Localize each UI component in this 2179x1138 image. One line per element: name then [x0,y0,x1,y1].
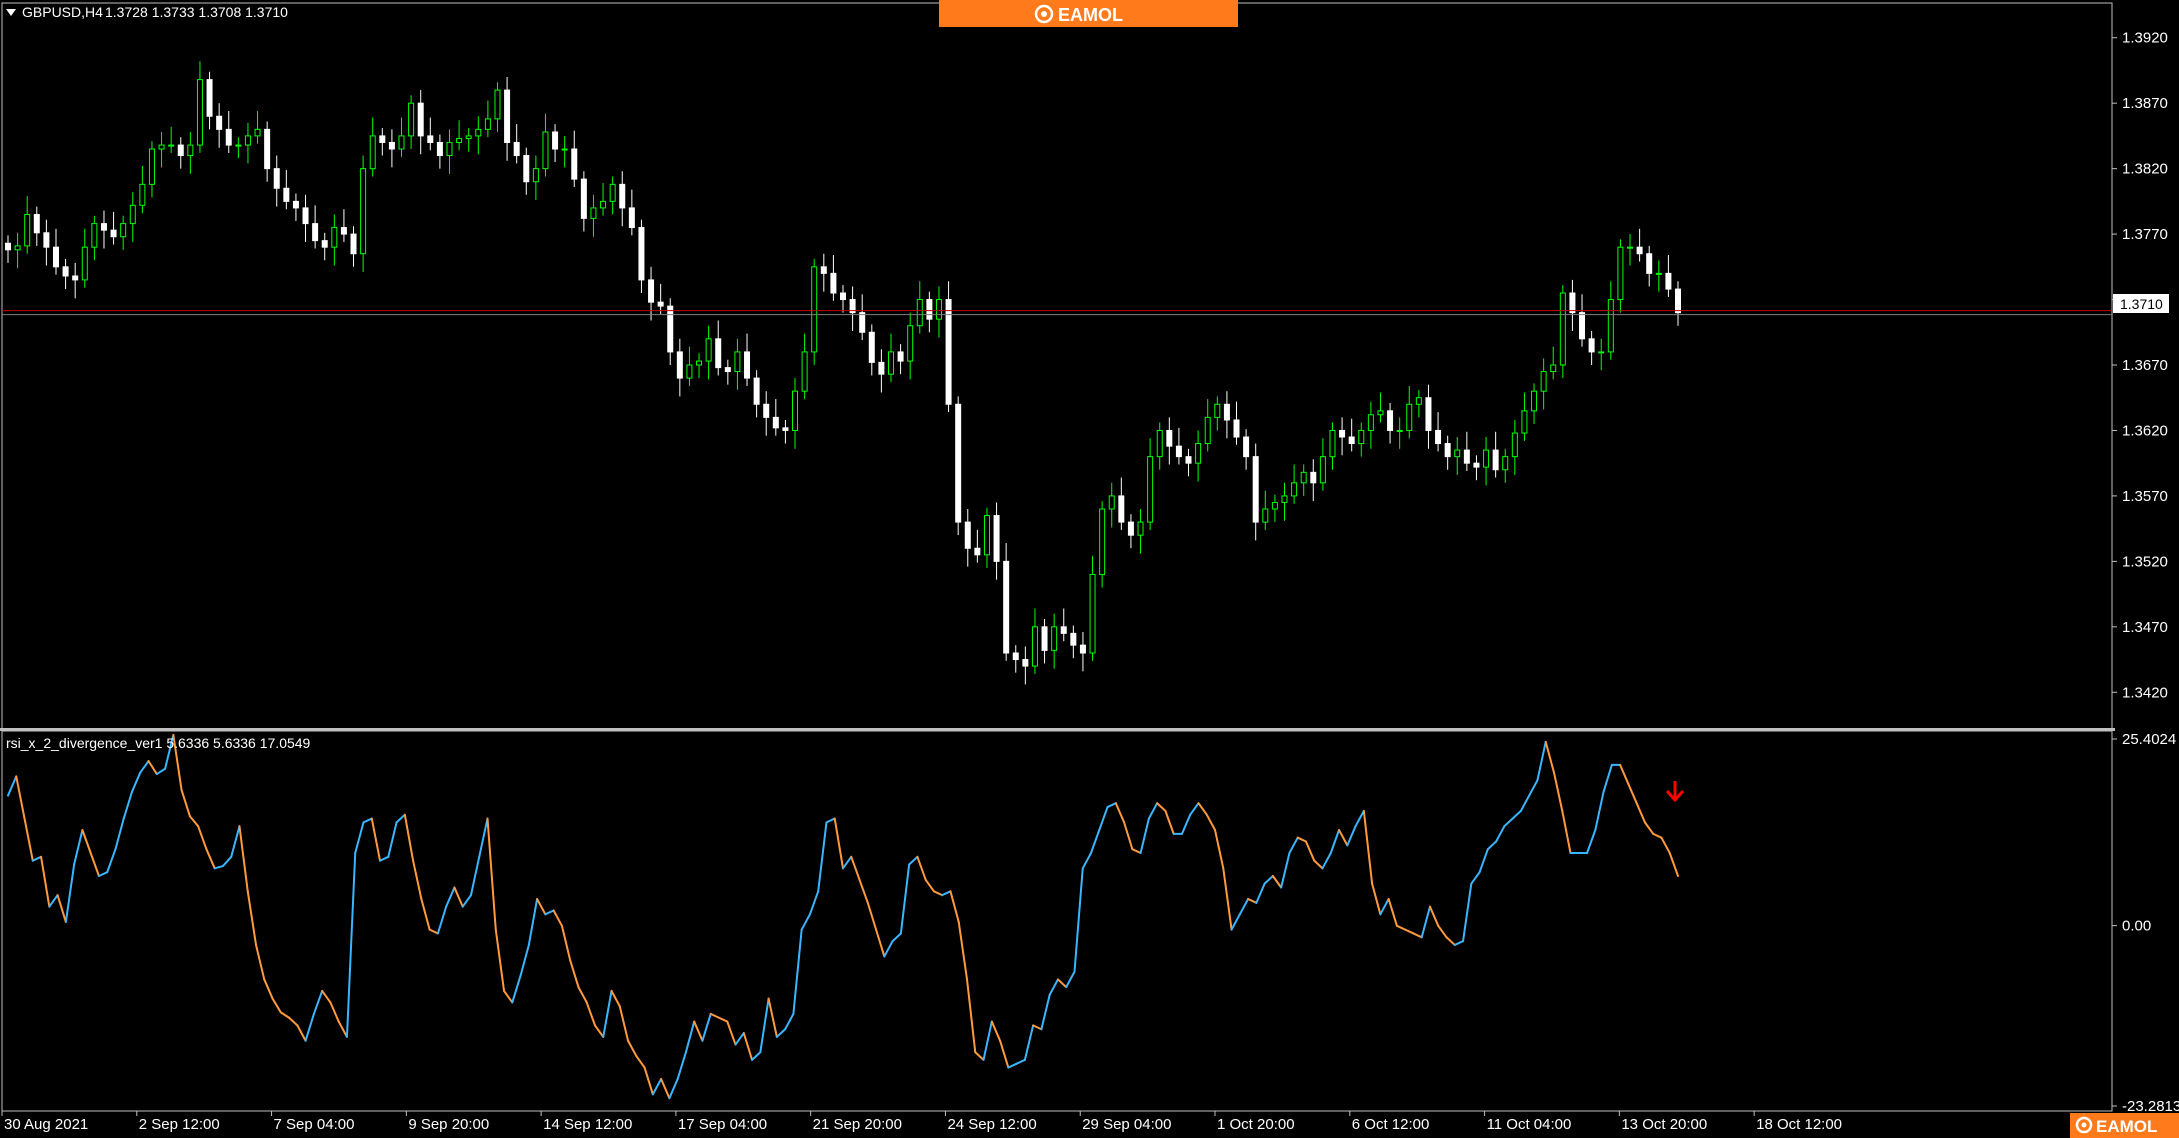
price-tick-label: 1.3570 [2122,488,2168,505]
price-tick-label: 1.3520 [2122,553,2168,570]
time-tick-label: 14 Sep 12:00 [543,1116,632,1133]
time-tick-label: 7 Sep 04:00 [274,1116,355,1133]
indicator-title: rsi_x_2_divergence_ver1 5.6336 5.6336 17… [6,735,311,751]
price-tick-label: 1.3670 [2122,357,2168,374]
symbol-timeframe: GBPUSD,H4 [22,4,103,20]
time-tick-label: 2 Sep 12:00 [139,1116,220,1133]
bottom-logo[interactable]: EAMOL [2070,1113,2179,1138]
candle [945,281,952,413]
time-tick-label: 13 Oct 20:00 [1621,1116,1707,1133]
price-tick-label: 1.3820 [2122,161,2168,178]
window-separator[interactable] [0,728,2115,731]
ohlc-values: 1.3728 1.3733 1.3708 1.3710 [105,4,288,20]
price-tick-label: 1.3920 [2122,30,2168,47]
time-tick-label: 18 Oct 12:00 [1756,1116,1842,1133]
time-tick-label: 17 Sep 04:00 [678,1116,767,1133]
top-logo-banner[interactable]: EAMOL [939,0,1238,27]
time-tick-label: 9 Sep 20:00 [408,1116,489,1133]
time-tick-label: 1 Oct 20:00 [1217,1116,1295,1133]
time-tick-label: 21 Sep 20:00 [813,1116,902,1133]
current-price-label: 1.3710 [2120,296,2163,312]
indicator-tick-label: 0.00 [2122,918,2151,935]
price-tick-label: 1.3470 [2122,619,2168,636]
trading-chart[interactable]: 1.39201.38701.38201.37701.37201.36701.36… [0,0,2179,1138]
time-tick-label: 11 Oct 04:00 [1487,1116,1572,1133]
time-tick-label: 30 Aug 2021 [4,1116,88,1133]
time-tick-label: 24 Sep 12:00 [947,1116,1036,1133]
time-tick-label: 6 Oct 12:00 [1352,1116,1430,1133]
current-price-tag: 1.3710 [2113,294,2169,313]
symbol-info: GBPUSD,H4 1.3728 1.3733 1.3708 1.3710 [6,4,288,20]
time-tick-label: 29 Sep 04:00 [1082,1116,1171,1133]
price-tick-label: 1.3770 [2122,226,2168,243]
candle [1559,285,1566,379]
price-tick-label: 1.3870 [2122,95,2168,112]
candle [811,258,818,365]
candle [1099,501,1106,588]
price-tick-label: 1.3620 [2122,422,2168,439]
bottom-logo-text: EAMOL [2096,1117,2157,1136]
top-logo-text: EAMOL [1058,5,1123,25]
chart-background [0,0,2179,1138]
indicator-tick-label: -23.2813 [2122,1098,2179,1115]
price-tick-label: 1.3420 [2122,684,2168,701]
candle [955,396,962,536]
indicator-tick-label: 25.4024 [2122,731,2176,748]
